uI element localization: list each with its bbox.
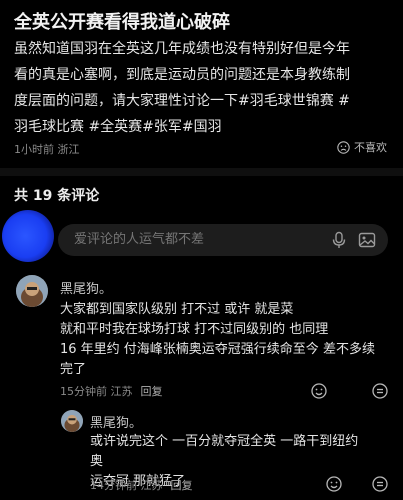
comment-line: 就和平时我在球场打球 打不过同级别的 也同理	[60, 322, 329, 337]
comment-meta: 15分钟前 江苏 回复	[60, 383, 163, 399]
reply-button[interactable]: 回复	[171, 477, 193, 493]
post-body-line: 虽然知道国羽在全英这几年成绩也没有特别好但是今年	[14, 41, 350, 57]
emoji-icon[interactable]	[311, 383, 327, 399]
comment-username[interactable]: 黑尾狗。	[90, 412, 142, 431]
comment-time-location: 15分钟前 江苏	[60, 385, 133, 398]
comment-count: 共 19 条评论	[14, 188, 100, 204]
comment-line: 大家都到国家队级别 打不过 或许 就是菜	[60, 302, 294, 317]
comment-time-location: 14分钟前 江苏	[90, 479, 163, 492]
avatar[interactable]	[61, 410, 83, 432]
image-icon[interactable]	[358, 231, 376, 249]
post-meta: 1小时前 浙江	[14, 143, 80, 156]
comment-meta: 14分钟前 江苏 回复	[90, 477, 193, 493]
current-user-avatar[interactable]	[2, 210, 54, 262]
more-icon[interactable]	[372, 383, 388, 399]
post-body-line: 看的真是心塞啊，到底是运动员的问题还是本身教练制	[14, 67, 350, 83]
more-icon[interactable]	[372, 476, 388, 492]
reply-button[interactable]: 回复	[141, 383, 163, 399]
microphone-icon[interactable]	[330, 231, 348, 249]
comment-line: 16 年里约 付海峰张楠奥运夺冠强行续命至今 差不多续	[60, 342, 375, 357]
comment-text: 大家都到国家队级别 打不过 或许 就是菜 就和平时我在球场打球 打不过同级别的 …	[60, 300, 390, 380]
comment-input[interactable]	[74, 232, 314, 247]
dislike-button[interactable]: 不喜欢	[337, 139, 387, 155]
comment-input-box[interactable]	[58, 224, 388, 256]
post-body-line: 度层面的问题，请大家理性讨论一下#羽毛球世锦赛 #	[14, 93, 350, 109]
post-body: 虽然知道国羽在全英这几年成绩也没有特别好但是今年 看的真是心塞啊，到底是运动员的…	[14, 36, 392, 140]
frown-icon	[337, 140, 350, 154]
post-title: 全英公开赛看得我道心破碎	[14, 12, 230, 33]
avatar[interactable]	[16, 275, 48, 307]
comment-line: 或许说完这个 一百分就夺冠全英 一路干到纽约奥	[90, 434, 359, 469]
post-body-line: 羽毛球比赛 #全英赛#张军#国羽	[14, 119, 222, 135]
comment-username[interactable]: 黑尾狗。	[60, 278, 112, 297]
comment-line: 完了	[60, 362, 87, 377]
section-divider	[0, 168, 403, 176]
emoji-icon[interactable]	[326, 476, 342, 492]
dislike-label: 不喜欢	[354, 141, 387, 154]
